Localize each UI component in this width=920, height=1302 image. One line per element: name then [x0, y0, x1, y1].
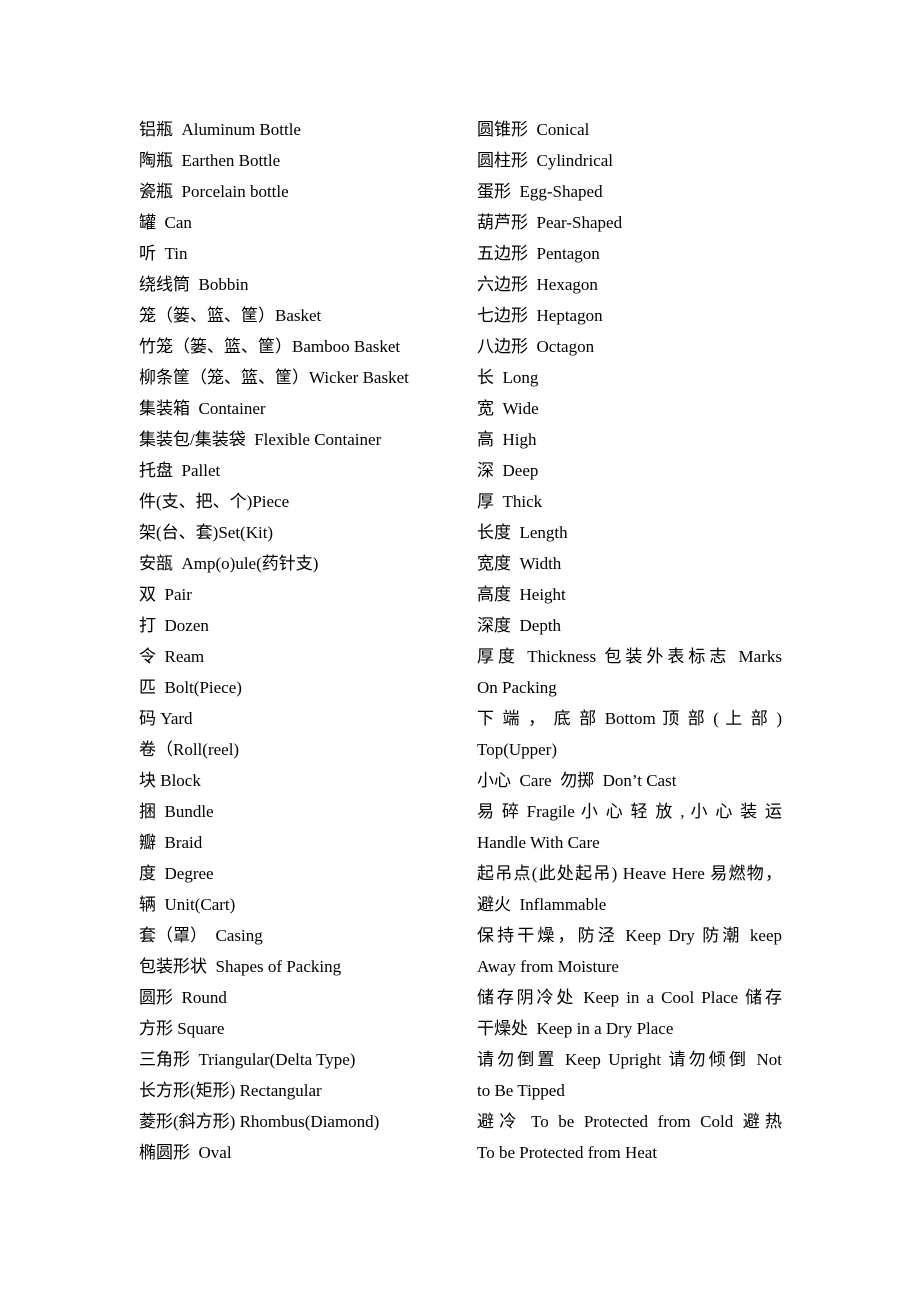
term-line: 干燥处 Keep in a Dry Place: [477, 1019, 674, 1038]
term-line: Top(Upper): [477, 740, 558, 759]
term-line: 菱形(斜方形) Rhombus(Diamond): [139, 1112, 380, 1131]
term-line: 葫芦形 Pear-Shaped: [477, 213, 623, 232]
term-line: 托盘 Pallet: [139, 461, 221, 480]
term-line: 匹 Bolt(Piece): [139, 678, 242, 697]
term-line: 绕线筒 Bobbin: [139, 275, 249, 294]
right-column: 圆锥形 Conical 圆柱形 Cylindrical 蛋形 Egg-Shaped 葫…: [477, 114, 782, 1168]
term-line: 集装箱 Container: [139, 399, 266, 418]
term-line: 包装形状 Shapes of Packing: [139, 957, 342, 976]
term-line: 请勿倒置 Keep Upright 请勿倾倒 Not: [477, 1050, 782, 1069]
term-line: 集装包/集装袋 Flexible Container: [139, 430, 382, 449]
term-line: 卷（Roll(reel): [139, 740, 240, 759]
term-line: 瓣 Braid: [139, 833, 203, 852]
term-line: 令 Ream: [139, 647, 205, 666]
term-line: 下 端 ， 底 部 Bottom 顶 部 ( 上 部 ): [477, 709, 782, 728]
term-line: 七边形 Heptagon: [477, 306, 603, 325]
term-line: 安瓿 Amp(o)ule(药针支): [139, 554, 319, 573]
term-line: 打 Dozen: [139, 616, 209, 635]
term-line: 起吊点(此处起吊) Heave Here 易燃物，: [477, 864, 782, 883]
term-line: 方形 Square: [139, 1019, 225, 1038]
term-line: 圆柱形 Cylindrical: [477, 151, 613, 170]
term-line: On Packing: [477, 678, 557, 697]
term-line: 圆锥形 Conical: [477, 120, 590, 139]
term-line: 高 High: [477, 430, 537, 449]
term-line: 蛋形 Egg-Shaped: [477, 182, 603, 201]
term-line: 块 Block: [139, 771, 201, 790]
term-line: 厚 Thick: [477, 492, 543, 511]
term-line: 套（罩） Casing: [139, 926, 263, 945]
term-line: 笼（篓、篮、筐）Basket: [139, 306, 322, 325]
term-line: 高度 Height: [477, 585, 566, 604]
term-line: 架(台、套)Set(Kit): [139, 523, 274, 542]
term-line: 椭圆形 Oval: [139, 1143, 232, 1162]
term-line: 罐 Can: [139, 213, 192, 232]
term-line: to Be Tipped: [477, 1081, 565, 1100]
term-line: 听 Tin: [139, 244, 188, 263]
term-line: 六边形 Hexagon: [477, 275, 598, 294]
term-line: 五边形 Pentagon: [477, 244, 600, 263]
term-line: 双 Pair: [139, 585, 192, 604]
term-line: 码 Yard: [139, 709, 193, 728]
term-line: 八边形 Octagon: [477, 337, 595, 356]
term-line: 竹笼（篓、篮、筐）Bamboo Basket: [139, 337, 401, 356]
term-line: 避冷 To be Protected from Cold 避热: [477, 1112, 782, 1131]
term-line: 度 Degree: [139, 864, 214, 883]
term-line: 陶瓶 Earthen Bottle: [139, 151, 281, 170]
term-line: 铝瓶 Aluminum Bottle: [139, 120, 301, 139]
term-line: 辆 Unit(Cart): [139, 895, 236, 914]
term-line: 深 Deep: [477, 461, 539, 480]
term-line: 储存阴冷处 Keep in a Cool Place 储存: [477, 988, 782, 1007]
term-line: 厚度 Thickness 包装外表标志 Marks: [477, 647, 782, 666]
term-line: 件(支、把、个)Piece: [139, 492, 290, 511]
term-line: 长方形(矩形) Rectangular: [139, 1081, 322, 1100]
term-line: 柳条筐（笼、篮、筐）Wicker Basket: [139, 368, 409, 387]
left-column: 铝瓶 Aluminum Bottle 陶瓶 Earthen Bottle 瓷瓶 Po…: [139, 114, 459, 1168]
term-line: 宽度 Width: [477, 554, 562, 573]
term-line: 圆形 Round: [139, 988, 227, 1007]
term-line: 长度 Length: [477, 523, 568, 542]
term-line: 小心 Care 勿掷 Don’t Cast: [477, 771, 677, 790]
term-line: To be Protected from Heat: [477, 1143, 658, 1162]
term-line: 宽 Wide: [477, 399, 539, 418]
term-line: Handle With Care: [477, 833, 600, 852]
term-line: 捆 Bundle: [139, 802, 214, 821]
term-line: 三角形 Triangular(Delta Type): [139, 1050, 356, 1069]
term-line: 易 碎 Fragile 小 心 轻 放 , 小 心 装 运: [477, 802, 782, 821]
term-line: 深度 Depth: [477, 616, 562, 635]
term-line: 瓷瓶 Porcelain bottle: [139, 182, 289, 201]
term-line: Away from Moisture: [477, 957, 619, 976]
term-line: 避火 Inflammable: [477, 895, 607, 914]
term-line: 长 Long: [477, 368, 539, 387]
term-line: 保持干燥，防泾 Keep Dry 防潮 keep: [477, 926, 782, 945]
